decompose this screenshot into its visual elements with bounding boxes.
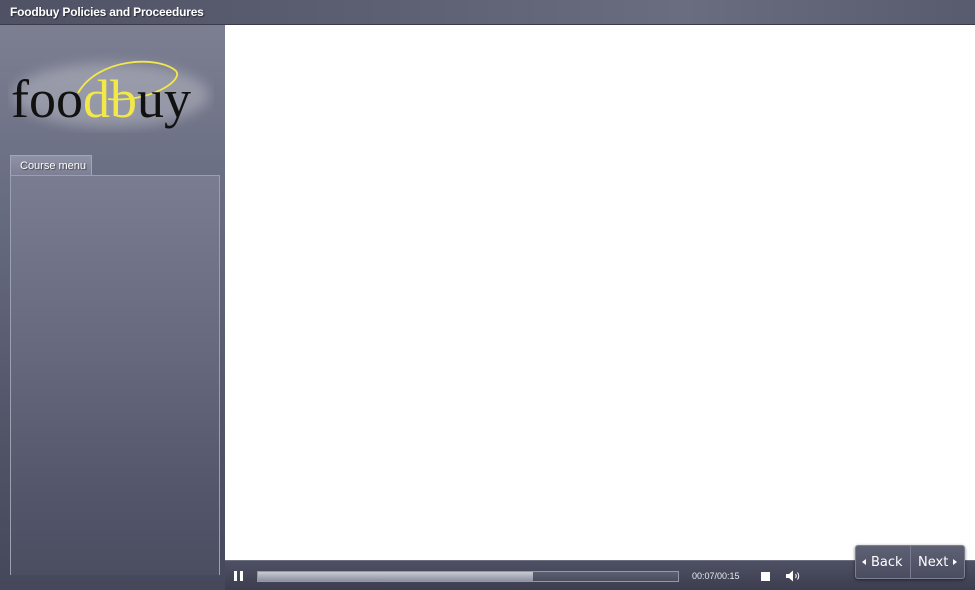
chevron-right-icon — [953, 559, 958, 565]
course-menu-panel — [10, 175, 220, 575]
tab-course-menu[interactable]: Course menu — [10, 155, 92, 176]
logo-wordmark: foodbuy — [11, 69, 191, 129]
stop-icon[interactable] — [761, 572, 770, 581]
navigation-buttons: Back Next — [855, 545, 965, 579]
next-button-label: Next — [918, 554, 949, 570]
sidebar: foodbuy Course menu — [0, 25, 225, 590]
tab-course-menu-label: Course menu — [20, 160, 87, 172]
back-button-label: Back — [871, 554, 903, 570]
back-button[interactable]: Back — [856, 546, 911, 578]
progress-fill — [258, 572, 533, 581]
pause-icon[interactable] — [233, 570, 245, 582]
time-readout: 00:07/00:15 — [692, 571, 740, 581]
title-bar: Foodbuy Policies and Proceedures — [0, 0, 975, 25]
volume-icon[interactable] — [785, 569, 802, 583]
window-title: Foodbuy Policies and Proceedures — [10, 5, 204, 19]
progress-bar[interactable] — [257, 571, 679, 582]
foodbuy-logo: foodbuy — [11, 60, 209, 129]
chevron-left-icon — [862, 559, 866, 565]
slide-content-area — [225, 25, 975, 560]
next-button[interactable]: Next — [912, 546, 964, 578]
